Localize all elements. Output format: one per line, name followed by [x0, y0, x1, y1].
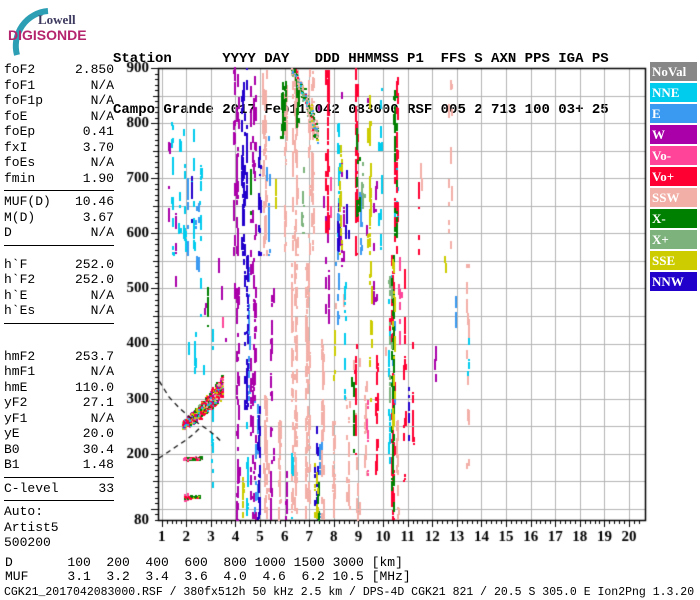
- echo-direction-legend: NoVal NNE E W Vo- Vo+ SSW X- X+ SSE NNW: [650, 62, 697, 293]
- legend-item-ssw: SSW: [650, 188, 697, 207]
- ionogram-plot-canvas: [0, 0, 700, 600]
- distance-row: D 100 200 400 600 800 1000 1500 3000 [km…: [5, 555, 403, 570]
- legend-item-sse: SSE: [650, 251, 697, 270]
- legend-item-noval: NoVal: [650, 62, 697, 81]
- legend-item-e: E: [650, 104, 697, 123]
- legend-item-vo: Vo+: [650, 167, 697, 186]
- muf-row: MUF 3.1 3.2 3.4 3.6 4.0 4.6 6.2 10.5 [MH…: [5, 569, 411, 584]
- legend-item-w: W: [650, 125, 697, 144]
- digisonde-ionogram-app: { "logo": { "top": "Lowell", "bottom": "…: [0, 0, 700, 600]
- legend-item-nne: NNE: [650, 83, 697, 102]
- legend-item-x: X-: [650, 209, 697, 228]
- legend-item-nnw: NNW: [650, 272, 697, 291]
- legend-item-x: X+: [650, 230, 697, 249]
- legend-item-vo: Vo-: [650, 146, 697, 165]
- status-line: CGK21_2017042083000.RSF / 380fx512h 50 k…: [4, 586, 695, 599]
